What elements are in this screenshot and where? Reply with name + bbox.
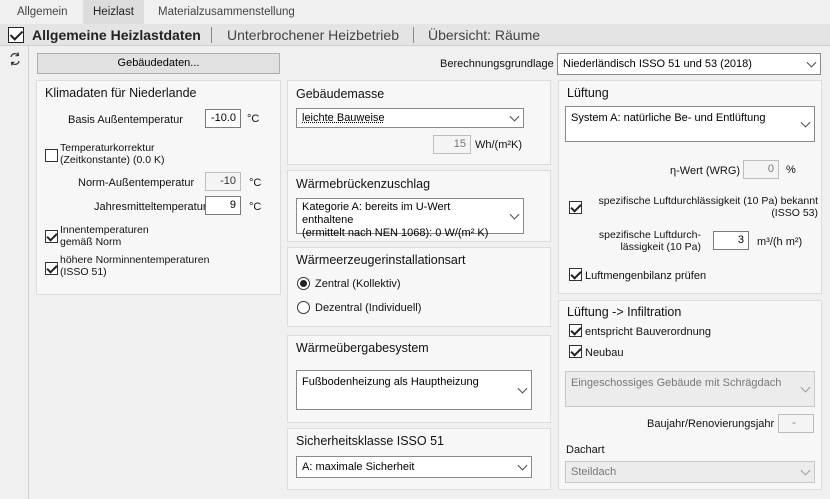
- temperaturkorrektur-label: Temperaturkorrektur (Zeitkonstante) (0.0 …: [60, 142, 165, 166]
- waermeuebergabe-value: Fußbodenheizung als Hauptheizung: [302, 376, 479, 388]
- jahresmitteltemperatur-label: Jahresmitteltemperatur: [94, 201, 207, 213]
- spez-unit: m³/(h m²): [757, 236, 803, 248]
- eta-wert-input: 0: [743, 160, 779, 179]
- baujahr-label: Baujahr/Renovierungsjahr: [647, 418, 775, 430]
- header-bar: Allgemeine Heizlastdaten Unterbrochener …: [0, 24, 830, 46]
- innentemperaturen-checkbox[interactable]: [45, 230, 58, 243]
- berechnungsgrundlage-select[interactable]: Niederländisch ISSO 51 und 53 (2018): [557, 53, 821, 75]
- neubau-label: Neubau: [585, 347, 624, 359]
- header-checkbox[interactable]: [8, 27, 24, 43]
- header-separator: [413, 27, 414, 43]
- dachart-label: Dachart: [566, 444, 605, 456]
- tab-materialzusammenstellung[interactable]: Materialzusammenstellung: [148, 0, 305, 24]
- radio-dezentral[interactable]: [297, 301, 310, 314]
- waermebrueckenzuschlag-panel: Wärmebrückenzuschlag Kategorie A: bereit…: [287, 170, 551, 242]
- eta-wert-label: η-Wert (WRG): [670, 165, 741, 177]
- waermeuebergabe-title: Wärmeübergabesystem: [296, 341, 429, 355]
- chevron-down-icon: [800, 117, 811, 128]
- spezifische-luftdurchlaessigkeit-label: spezifische Luftdurch-lässigkeit (10 Pa): [598, 229, 701, 253]
- sicherheitsklasse-value: A: maximale Sicherheit: [302, 461, 415, 473]
- infiltration-title: Lüftung -> Infiltration: [567, 305, 682, 319]
- chevron-down-icon: [509, 111, 520, 122]
- link-uebersicht-raeume[interactable]: Übersicht: Räume: [428, 24, 540, 46]
- chevron-down-icon: [517, 460, 528, 471]
- chevron-down-icon: [800, 465, 811, 476]
- lueftungssystem-select[interactable]: System A: natürliche Be- und Entlüftung: [565, 106, 815, 142]
- waermeerzeuger-panel: Wärmeerzeugerinstallationsart Zentral (K…: [287, 247, 551, 327]
- chevron-down-icon: [509, 209, 520, 220]
- sicherheitsklasse-title: Sicherheitsklasse ISSO 51: [296, 434, 444, 448]
- gebaeudetyp-select: Eingeschossiges Gebäude mit Schrägdach: [565, 371, 815, 407]
- zentral-label: Zentral (Kollektiv): [315, 278, 401, 290]
- tab-heizlast[interactable]: Heizlast: [83, 0, 144, 24]
- waermeerzeuger-title: Wärmeerzeugerinstallationsart: [296, 253, 466, 267]
- spezifische-luftdurchlaessigkeit-checkbox[interactable]: [569, 201, 582, 214]
- baujahr-input: -: [778, 414, 814, 433]
- bauverordnung-checkbox[interactable]: [569, 324, 582, 337]
- basis-unit: °C: [247, 113, 260, 125]
- neubau-checkbox[interactable]: [569, 345, 582, 358]
- lueftung-panel: Lüftung System A: natürliche Be- und Ent…: [558, 80, 822, 294]
- left-strip: [0, 46, 29, 499]
- basis-aussentemperatur-label: Basis Außentemperatur: [68, 114, 183, 126]
- waermeuebergabe-select[interactable]: Fußbodenheizung als Hauptheizung: [296, 370, 532, 410]
- lueftungssystem-value: System A: natürliche Be- und Entlüftung: [571, 112, 766, 124]
- chevron-down-icon: [806, 57, 817, 68]
- gebaeudemasse-unit: Wh/(m²K): [475, 139, 523, 151]
- eta-unit: %: [786, 164, 796, 176]
- jahresmitteltemperatur-input[interactable]: 9: [205, 196, 241, 215]
- tab-bar: Allgemein Heizlast Materialzusammenstell…: [0, 0, 830, 24]
- jahr-unit: °C: [249, 201, 262, 213]
- gebaeudemasse-select[interactable]: leichte Bauweise: [296, 108, 524, 128]
- spezifische-luftdurchlaessigkeit-bekannt-label: spezifische Luftdurchlässigkeit (10 Pa) …: [598, 195, 818, 219]
- waermeuebergabe-panel: Wärmeübergabesystem Fußbodenheizung als …: [287, 335, 551, 423]
- spezifische-luftdurchlaessigkeit-input[interactable]: 3: [713, 231, 749, 250]
- radio-zentral[interactable]: [297, 277, 310, 290]
- dezentral-label: Dezentral (Individuell): [315, 302, 422, 314]
- temperaturkorrektur-checkbox[interactable]: [45, 149, 58, 162]
- header-separator: [211, 27, 212, 43]
- norm-aussentemperatur-label: Norm-Außentemperatur: [78, 177, 195, 189]
- norm-aussentemperatur-input: -10: [205, 172, 241, 191]
- infiltration-panel: Lüftung -> Infiltration entspricht Bauve…: [558, 300, 822, 490]
- dachart-value: Steildach: [571, 466, 617, 478]
- norm-unit: °C: [249, 177, 262, 189]
- luftmengenbilanz-label: Luftmengenbilanz prüfen: [585, 270, 707, 282]
- sicherheitsklasse-select[interactable]: A: maximale Sicherheit: [296, 456, 532, 478]
- waermebrueckenzuschlag-title: Wärmebrückenzuschlag: [296, 177, 431, 191]
- gebaeudetyp-value: Eingeschossiges Gebäude mit Schrägdach: [571, 377, 782, 389]
- hoehere-norminnentemperaturen-checkbox[interactable]: [45, 262, 58, 275]
- lueftung-title: Lüftung: [567, 86, 609, 100]
- basis-aussentemperatur-input[interactable]: -10.0: [205, 109, 241, 128]
- hoehere-norminnentemperaturen-label: höhere Norminnentemperaturen (ISSO 51): [60, 254, 210, 278]
- sicherheitsklasse-panel: Sicherheitsklasse ISSO 51 A: maximale Si…: [287, 428, 551, 490]
- chevron-down-icon: [800, 382, 811, 393]
- innentemperaturen-label: Innentemperaturen gemäß Norm: [60, 224, 149, 248]
- berechnungsgrundlage-label: Berechnungsgrundlage: [440, 58, 554, 70]
- bauverordnung-label: entspricht Bauverordnung: [585, 326, 711, 338]
- waermebrueckenzuschlag-line2: (ermittelt nach NEN 1068): 0 W/(m² K): [302, 227, 489, 239]
- waermebrueckenzuschlag-line1: Kategorie A: bereits im U-Wert enthalten…: [302, 201, 451, 226]
- tab-allgemein[interactable]: Allgemein: [7, 0, 78, 24]
- klimadaten-panel: Klimadaten für Niederlande Basis Außente…: [36, 80, 281, 295]
- gebaeudemasse-title: Gebäudemasse: [296, 87, 385, 101]
- dachart-select: Steildach: [565, 461, 815, 483]
- waermebrueckenzuschlag-select[interactable]: Kategorie A: bereits im U-Wert enthalten…: [296, 198, 524, 239]
- chevron-down-icon: [517, 383, 528, 394]
- gebaeudemasse-value: leichte Bauweise: [302, 112, 385, 124]
- gebaeudedaten-button[interactable]: Gebäudedaten...: [37, 53, 280, 74]
- gebaeudemasse-panel: Gebäudemasse leichte Bauweise 15 Wh/(m²K…: [287, 80, 551, 165]
- gebaeudemasse-number: 15: [433, 135, 471, 154]
- luftmengenbilanz-checkbox[interactable]: [569, 268, 582, 281]
- refresh-icon[interactable]: [8, 52, 22, 66]
- klimadaten-title: Klimadaten für Niederlande: [45, 86, 197, 100]
- berechnungsgrundlage-value: Niederländisch ISSO 51 und 53 (2018): [563, 58, 752, 70]
- page-title: Allgemeine Heizlastdaten: [32, 27, 201, 43]
- link-unterbrochener-heizbetrieb[interactable]: Unterbrochener Heizbetrieb: [227, 24, 399, 46]
